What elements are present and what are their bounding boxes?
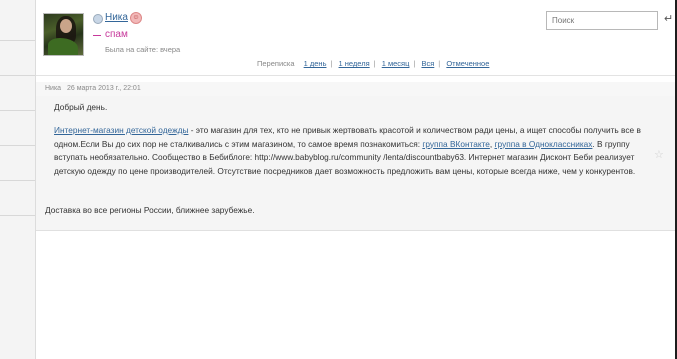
filter-1-week[interactable]: 1 неделя: [339, 59, 370, 68]
rail-divider: [0, 145, 35, 146]
shop-link[interactable]: Интернет-магазин детской одежды: [54, 125, 188, 135]
rail-divider: [0, 40, 35, 41]
rail-divider: [0, 180, 35, 181]
avatar[interactable]: [43, 13, 84, 56]
last-seen-text: Была на сайте: вчера: [105, 45, 181, 54]
vk-group-link[interactable]: группа ВКонтакте: [422, 139, 490, 149]
filter-1-month[interactable]: 1 месяц: [382, 59, 410, 68]
filter-label: Переписка: [257, 59, 295, 68]
search-input[interactable]: [547, 12, 667, 29]
filter-1-day[interactable]: 1 день: [304, 59, 327, 68]
delivery-text: Доставка во все регионы России, ближнее …: [45, 205, 255, 215]
rail-divider: [0, 110, 35, 111]
filter-bar: Переписка 1 день | 1 неделя | 1 месяц | Вся…: [257, 59, 490, 68]
filter-starred[interactable]: Отмеченное: [446, 59, 489, 68]
message-date: 26 марта 2013 г., 22:01: [67, 85, 141, 92]
message-greeting: Добрый день.: [54, 102, 108, 112]
message-author: Ника: [45, 85, 62, 92]
filter-all[interactable]: Вся: [421, 59, 434, 68]
spam-tag[interactable]: спам: [105, 29, 128, 40]
return-arrow-icon[interactable]: ↵: [664, 13, 673, 25]
dash-icon: [93, 35, 101, 36]
rail-divider: [0, 75, 35, 76]
ok-group-link[interactable]: группа в Одноклассниках: [495, 139, 593, 149]
search-box: [546, 11, 667, 30]
left-rail: [0, 0, 36, 359]
message-paragraph: Интернет-магазин детской одежды - это ма…: [54, 124, 644, 178]
user-name-link[interactable]: Ника: [105, 12, 128, 23]
smiley-icon: ☺: [130, 12, 142, 24]
star-icon[interactable]: ☆: [654, 148, 664, 161]
rail-divider: [0, 215, 35, 216]
online-status-icon: [93, 14, 103, 24]
